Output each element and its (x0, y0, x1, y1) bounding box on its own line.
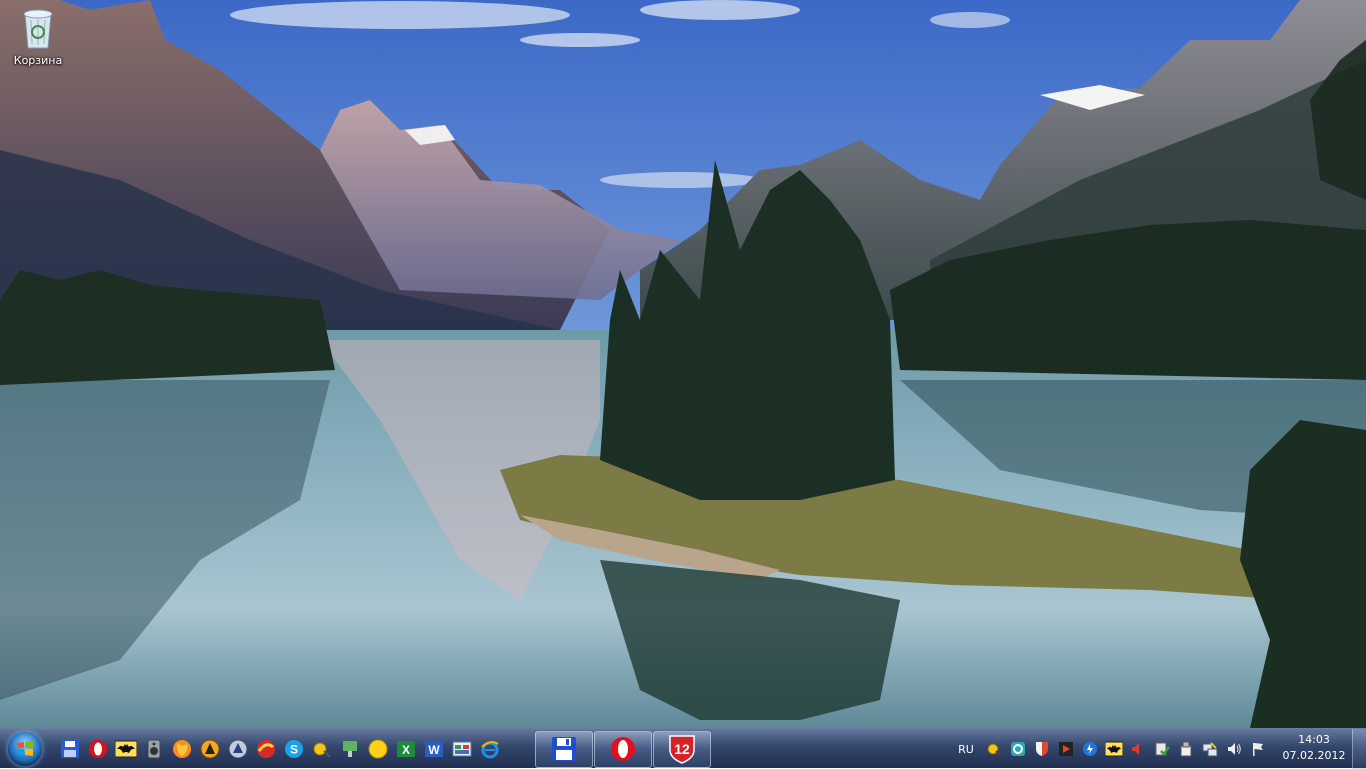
media-icon (1059, 742, 1073, 756)
tray-volume-button[interactable] (1222, 729, 1246, 769)
tray-network-button[interactable] (1198, 729, 1222, 769)
batman-icon (115, 740, 137, 758)
taskbar-task-buttons: 12 (535, 729, 711, 769)
quicklaunch-qip-button[interactable] (308, 729, 336, 769)
desktop: Корзина (0, 0, 1366, 728)
quicklaunch-network-button[interactable] (336, 729, 364, 769)
quicklaunch-app-button[interactable] (224, 729, 252, 769)
word-icon: W (425, 741, 443, 757)
network-icon (343, 741, 357, 757)
tray-security-button[interactable] (1150, 729, 1174, 769)
quicklaunch-speaker-app-button[interactable] (140, 729, 168, 769)
wallpaper-landscape (0, 0, 1366, 728)
quicklaunch-save-button[interactable] (56, 729, 84, 769)
update-icon (1083, 742, 1097, 756)
system-tray: RU (950, 729, 1270, 769)
tray-sync-button[interactable] (1006, 729, 1030, 769)
vlc-icon (200, 739, 220, 759)
tray-qip-button[interactable] (982, 729, 1006, 769)
quicklaunch-vlc-button[interactable] (196, 729, 224, 769)
quicklaunch-control-panel-button[interactable] (448, 729, 476, 769)
batman-tray-icon (1105, 741, 1123, 757)
desktop-icon-recycle-bin[interactable]: Корзина (6, 6, 70, 76)
tray-action-center-button[interactable] (1246, 729, 1270, 769)
ie-icon (481, 741, 499, 759)
quicklaunch-batman-button[interactable] (112, 729, 140, 769)
browser-icon (257, 740, 275, 758)
quick-launch-bar: S X W (56, 729, 504, 769)
quicklaunch-smiley-button[interactable] (364, 729, 392, 769)
quicklaunch-skype-button[interactable]: S (280, 729, 308, 769)
quicklaunch-word-button[interactable]: W (420, 729, 448, 769)
task-button-opera[interactable] (594, 730, 652, 768)
desktop-icon-label: Корзина (13, 54, 63, 67)
usb-icon (1180, 741, 1192, 757)
shield-tray-icon (1036, 742, 1048, 756)
skype-icon: S (285, 740, 303, 758)
speaker-app-icon (147, 739, 161, 759)
show-desktop-button[interactable] (1352, 729, 1366, 769)
tray-shield-button[interactable] (1030, 729, 1054, 769)
app-icon (228, 739, 248, 759)
task-button-label: 12 (674, 741, 690, 757)
tray-volume-mute-button[interactable] (1126, 729, 1150, 769)
security-icon (1155, 742, 1170, 756)
volume-icon (1228, 743, 1241, 755)
clock[interactable]: 14:03 07.02.2012 (1282, 732, 1346, 766)
windows-logo-icon (8, 732, 42, 766)
svg-text:W: W (428, 743, 440, 757)
qip-icon (313, 742, 331, 758)
shield-12-icon: 12 (669, 735, 695, 764)
qip-tray-icon (987, 743, 1002, 757)
floppy-icon (552, 737, 576, 761)
svg-text:X: X (402, 743, 410, 757)
tray-media-button[interactable] (1054, 729, 1078, 769)
quicklaunch-firefox-button[interactable] (168, 729, 196, 769)
smiley-icon (368, 739, 388, 759)
quicklaunch-ie-button[interactable] (476, 729, 504, 769)
language-indicator[interactable]: RU (950, 743, 982, 756)
sync-icon (1011, 742, 1025, 756)
tray-usb-button[interactable] (1174, 729, 1198, 769)
task-button-floppy[interactable] (535, 730, 593, 768)
clock-date: 07.02.2012 (1282, 749, 1346, 762)
taskbar: S X W 12 RU 14:03 07.02.2012 (0, 728, 1366, 769)
quicklaunch-browser-button[interactable] (252, 729, 280, 769)
control-panel-icon (452, 741, 472, 757)
svg-text:S: S (290, 743, 298, 757)
opera-icon (611, 737, 635, 761)
tray-batman-button[interactable] (1102, 729, 1126, 769)
save-icon (61, 740, 79, 758)
task-button-12[interactable]: 12 (653, 730, 711, 768)
opera-icon (89, 740, 107, 758)
excel-icon: X (397, 741, 415, 757)
quicklaunch-excel-button[interactable]: X (392, 729, 420, 769)
clock-time: 14:03 (1298, 733, 1330, 746)
tray-update-button[interactable] (1078, 729, 1102, 769)
network-tray-icon (1202, 742, 1218, 757)
volume-mute-icon (1132, 743, 1139, 755)
start-button[interactable] (4, 731, 46, 767)
flag-icon (1253, 743, 1263, 756)
recycle-bin-icon (23, 9, 53, 49)
firefox-icon (173, 740, 191, 758)
quicklaunch-opera-button[interactable] (84, 729, 112, 769)
